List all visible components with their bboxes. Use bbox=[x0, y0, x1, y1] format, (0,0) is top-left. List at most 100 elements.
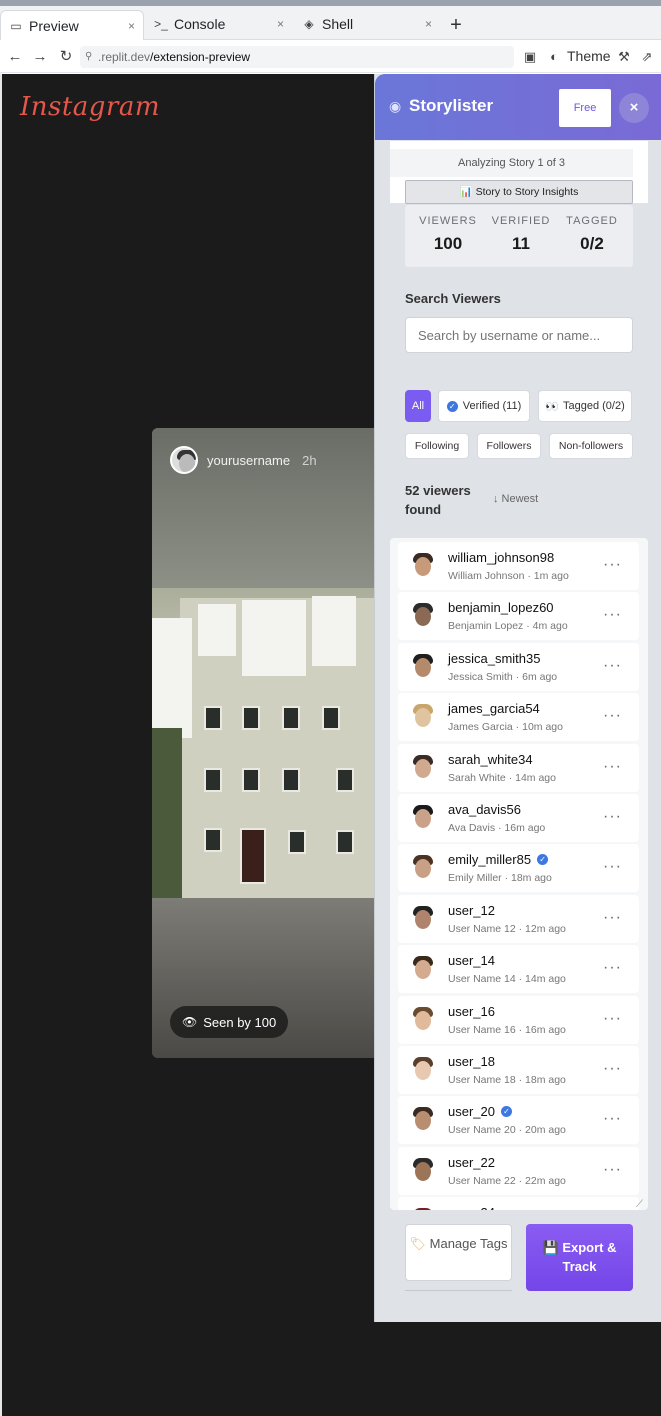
manage-tags-button[interactable]: 🏷 Manage Tags bbox=[405, 1224, 512, 1281]
more-options-icon[interactable]: ··· bbox=[603, 1161, 622, 1179]
viewer-row[interactable]: user_22 User Name 22 · 22m ago ··· bbox=[398, 1146, 639, 1195]
more-options-icon[interactable]: ··· bbox=[603, 1010, 622, 1028]
avatar-face bbox=[408, 904, 438, 934]
address-field[interactable]: ⚲ .replit.dev/extension-preview bbox=[80, 46, 514, 68]
viewer-row[interactable]: william_johnson98 William Johnson · 1m ag… bbox=[398, 542, 639, 590]
theme-button[interactable]: Theme bbox=[567, 48, 611, 64]
story-time: 2h bbox=[302, 452, 317, 468]
filter-all[interactable]: All bbox=[405, 390, 431, 422]
tab-shell[interactable]: ◈ Shell × bbox=[298, 10, 440, 38]
avatar[interactable] bbox=[408, 803, 438, 833]
viewer-row[interactable]: user_14 User Name 14 · 14m ago ··· bbox=[398, 945, 639, 994]
export-track-button[interactable]: 💾 Export & Track bbox=[526, 1224, 633, 1291]
viewer-username[interactable]: user_18 bbox=[448, 1054, 495, 1069]
viewer-username[interactable]: ava_davis56 bbox=[448, 802, 521, 817]
more-options-icon[interactable]: ··· bbox=[603, 858, 622, 876]
filter-followers[interactable]: Followers bbox=[477, 433, 541, 459]
story-header: yourusername 2h bbox=[170, 446, 370, 474]
more-options-icon[interactable]: ··· bbox=[603, 606, 622, 624]
viewer-row[interactable]: user_24··· bbox=[398, 1197, 639, 1210]
avatar[interactable] bbox=[408, 702, 438, 732]
more-options-icon[interactable]: ··· bbox=[603, 959, 622, 977]
viewer-row[interactable]: user_20 ✓ User Name 20 · 20m ago ··· bbox=[398, 1096, 639, 1145]
viewer-username[interactable]: benjamin_lopez60 bbox=[448, 600, 554, 615]
avatar[interactable] bbox=[408, 1055, 438, 1085]
viewer-row[interactable]: sarah_white34 Sarah White · 14m ago ··· bbox=[398, 743, 639, 792]
avatar[interactable] bbox=[408, 954, 438, 984]
avatar-face bbox=[408, 753, 438, 783]
more-options-icon[interactable]: ··· bbox=[603, 556, 622, 574]
more-options-icon[interactable]: ··· bbox=[603, 707, 622, 725]
more-options-icon[interactable]: ··· bbox=[603, 1110, 622, 1128]
viewer-row[interactable]: user_16 User Name 16 · 16m ago ··· bbox=[398, 995, 639, 1044]
viewer-row[interactable]: user_18 User Name 18 · 18m ago ··· bbox=[398, 1046, 639, 1094]
devices-icon[interactable]: ▣ bbox=[522, 49, 538, 65]
close-tab-icon[interactable]: × bbox=[425, 17, 432, 31]
viewer-username[interactable]: william_johnson98 bbox=[448, 550, 554, 565]
close-icon[interactable]: × bbox=[619, 93, 649, 123]
viewer-row[interactable]: user_12 User Name 12 · 12m ago ··· bbox=[398, 894, 639, 943]
avatar[interactable] bbox=[408, 1156, 438, 1186]
free-badge[interactable]: Free bbox=[559, 89, 611, 127]
close-tab-icon[interactable]: × bbox=[128, 19, 135, 33]
avatar[interactable] bbox=[408, 1105, 438, 1135]
avatar[interactable] bbox=[408, 904, 438, 934]
story-insights-label: Story to Story Insights bbox=[475, 186, 579, 198]
avatar[interactable] bbox=[408, 551, 438, 581]
more-options-icon[interactable]: ··· bbox=[603, 758, 622, 776]
viewer-username[interactable]: user_20 bbox=[448, 1104, 495, 1119]
avatar[interactable] bbox=[408, 1005, 438, 1035]
story-insights-button[interactable]: 📊 Story to Story Insights bbox=[405, 180, 633, 204]
more-options-icon[interactable]: ··· bbox=[603, 909, 622, 927]
viewer-row[interactable]: jessica_smith35 Jessica Smith · 6m ago ··· bbox=[398, 642, 639, 691]
new-tab-button[interactable]: + bbox=[446, 15, 466, 35]
search-input[interactable] bbox=[405, 317, 633, 353]
viewer-subtitle: User Name 20 · 20m ago bbox=[448, 1124, 566, 1137]
avatar-face bbox=[408, 1005, 438, 1035]
viewer-row[interactable]: benjamin_lopez60 Benjamin Lopez · 4m ago ·… bbox=[398, 592, 639, 641]
viewer-username[interactable]: user_24 bbox=[448, 1205, 495, 1210]
wrench-icon[interactable]: ⚒ bbox=[616, 49, 632, 65]
viewer-subtitle: User Name 22 · 22m ago bbox=[448, 1174, 566, 1187]
close-tab-icon[interactable]: × bbox=[277, 17, 284, 31]
story-avatar[interactable] bbox=[170, 446, 198, 474]
avatar[interactable] bbox=[408, 601, 438, 631]
palette-icon[interactable]: ◐ bbox=[546, 49, 562, 65]
viewer-row[interactable]: james_garcia54 James Garcia · 10m ago ··· bbox=[398, 693, 639, 742]
viewer-username[interactable]: user_12 bbox=[448, 903, 495, 918]
viewer-username[interactable]: sarah_white34 bbox=[448, 752, 533, 767]
avatar[interactable] bbox=[408, 753, 438, 783]
viewer-row[interactable]: emily_miller85 ✓ Emily Miller · 18m ago ··· bbox=[398, 844, 639, 893]
story-image[interactable] bbox=[152, 428, 376, 1058]
viewer-username[interactable]: jessica_smith35 bbox=[448, 651, 541, 666]
filter-non-followers[interactable]: Non-followers bbox=[549, 433, 633, 459]
filter-tagged[interactable]: 👀 Tagged (0/2) bbox=[538, 390, 632, 422]
open-external-icon[interactable]: ⇗ bbox=[639, 49, 655, 65]
viewer-username[interactable]: user_16 bbox=[448, 1004, 495, 1019]
reload-icon[interactable]: ↻ bbox=[57, 48, 75, 66]
verified-icon: ✓ bbox=[446, 400, 458, 412]
filter-following[interactable]: Following bbox=[405, 433, 469, 459]
viewer-list[interactable]: william_johnson98 William Johnson · 1m ag… bbox=[390, 538, 648, 1210]
avatar[interactable] bbox=[408, 652, 438, 682]
tab-console[interactable]: >_ Console × bbox=[150, 10, 292, 38]
avatar[interactable] bbox=[408, 1206, 438, 1210]
viewer-username[interactable]: james_garcia54 bbox=[448, 701, 540, 716]
viewer-username[interactable]: user_14 bbox=[448, 953, 495, 968]
story-laundry bbox=[198, 604, 236, 656]
more-options-icon[interactable]: ··· bbox=[603, 808, 622, 826]
more-options-icon[interactable]: ··· bbox=[603, 657, 622, 675]
tab-preview[interactable]: ▭ Preview × bbox=[0, 10, 144, 40]
story-username[interactable]: yourusername bbox=[207, 453, 290, 468]
seen-by-button[interactable]: 👁 Seen by 100 bbox=[170, 1006, 289, 1038]
forward-arrow-icon[interactable]: → bbox=[31, 48, 49, 66]
filter-verified[interactable]: ✓ Verified (11) bbox=[438, 390, 530, 422]
more-options-icon[interactable]: ··· bbox=[603, 1060, 622, 1078]
viewer-username[interactable]: emily_miller85 bbox=[448, 852, 531, 867]
viewer-row[interactable]: ava_davis56 Ava Davis · 16m ago ··· bbox=[398, 794, 639, 842]
sort-newest-button[interactable]: ↓ Newest bbox=[493, 493, 538, 505]
avatar[interactable] bbox=[408, 853, 438, 883]
viewer-username[interactable]: user_22 bbox=[448, 1155, 495, 1170]
resize-handle-icon[interactable]: ⟋ bbox=[636, 1199, 643, 1210]
back-arrow-icon[interactable]: ← bbox=[6, 48, 24, 66]
